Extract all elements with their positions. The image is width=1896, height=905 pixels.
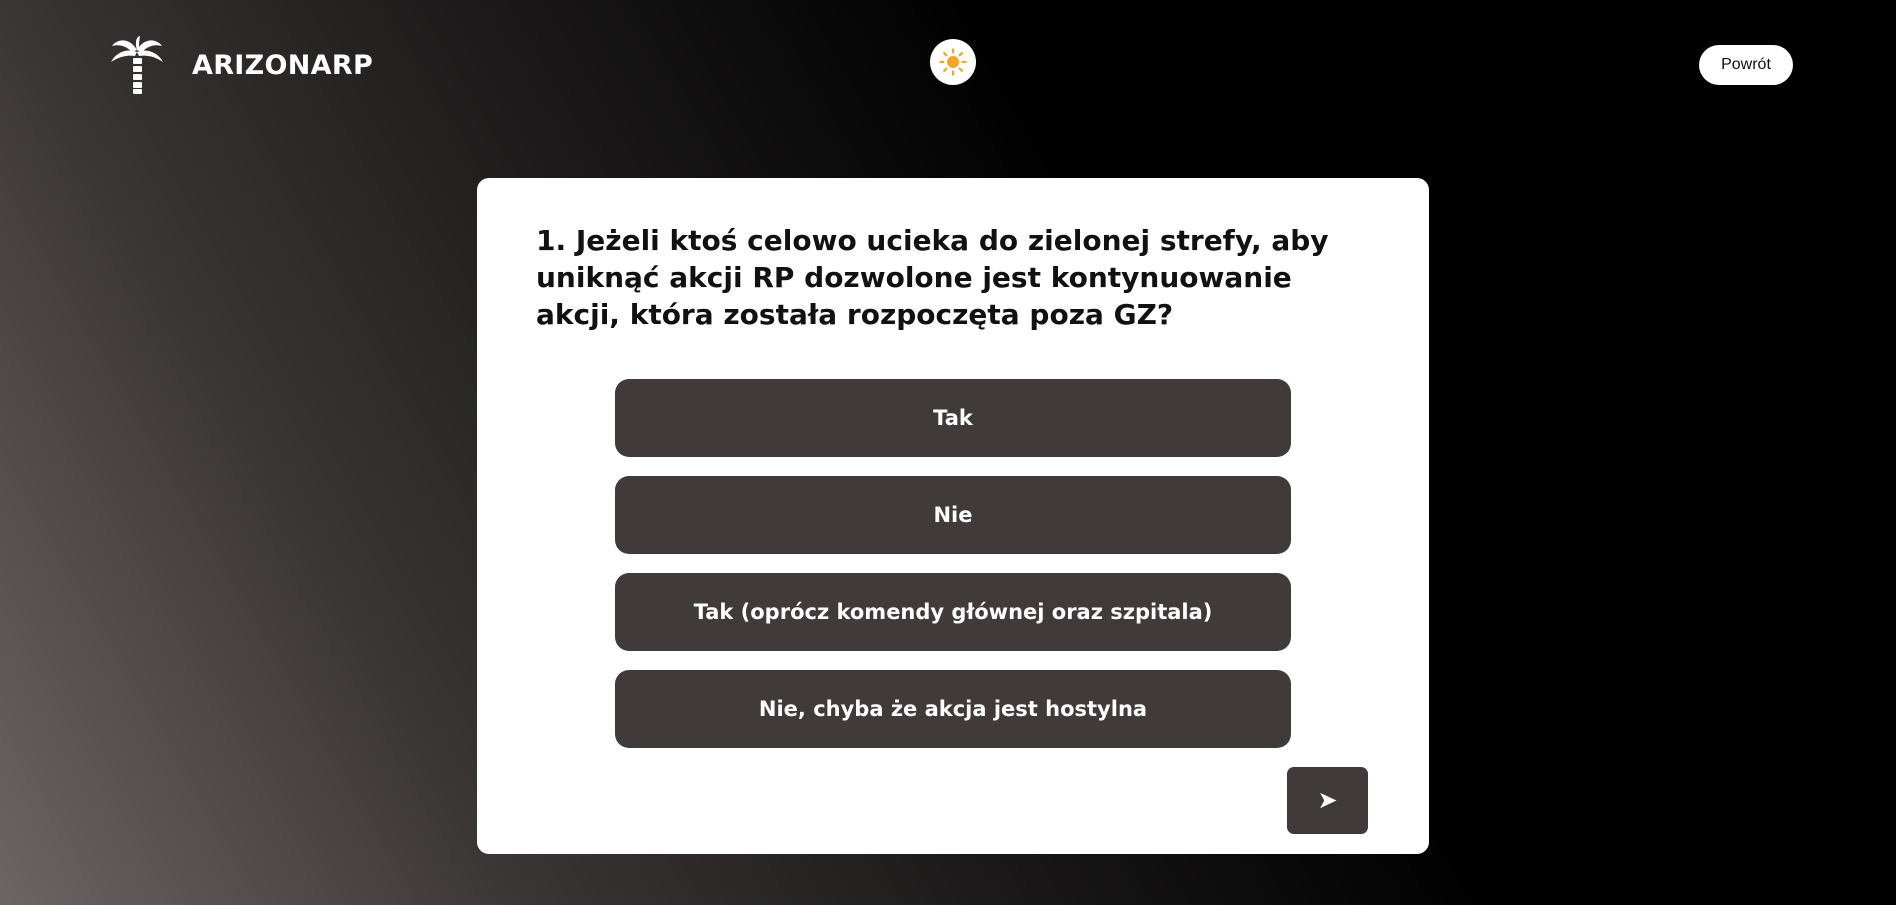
send-arrow-icon: ➤ <box>1317 786 1338 814</box>
palm-tree-icon <box>111 36 163 94</box>
submit-button[interactable]: ➤ <box>1287 767 1368 834</box>
answer-option-3[interactable]: Tak (oprócz komendy głównej oraz szpital… <box>615 573 1291 651</box>
sun-icon <box>939 48 967 76</box>
theme-toggle-button[interactable] <box>930 39 976 85</box>
question-text: 1. Jeżeli ktoś celowo ucieka do zielonej… <box>536 224 1329 331</box>
answer-option-1[interactable]: Tak <box>615 379 1291 457</box>
brand[interactable]: ARIZONARP <box>110 36 373 94</box>
quiz-card: 1. Jeżeli ktoś celowo ucieka do zielonej… <box>477 178 1429 854</box>
brand-name: ARIZONARP <box>192 49 374 81</box>
answer-option-2[interactable]: Nie <box>615 476 1291 554</box>
answer-list: Tak Nie Tak (oprócz komendy głównej oraz… <box>615 379 1291 767</box>
header: ARIZONARP Powrót <box>0 0 1896 130</box>
answer-option-4[interactable]: Nie, chyba że akcja jest hostylna <box>615 670 1291 748</box>
back-button[interactable]: Powrót <box>1699 45 1793 85</box>
